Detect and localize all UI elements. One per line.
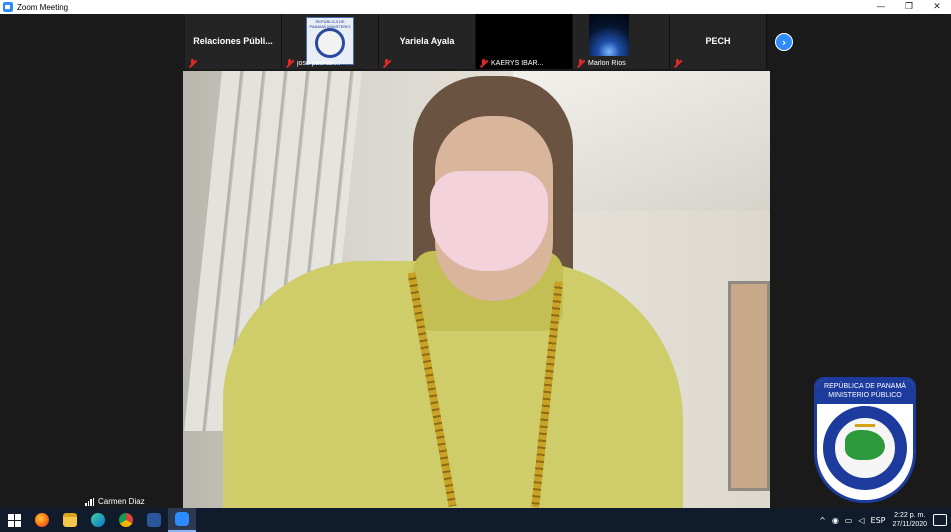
- windows-start-icon: [7, 513, 21, 527]
- participant-tile[interactable]: Yariela Ayala: [379, 14, 476, 69]
- maximize-button[interactable]: ❐: [895, 0, 923, 14]
- participant-tile[interactable]: PECH: [670, 14, 767, 69]
- mic-muted-icon: [479, 59, 488, 68]
- window-controls: — ❐ ✕: [867, 0, 951, 14]
- logo-seal-icon: [315, 28, 345, 58]
- zoom-icon: [175, 512, 189, 526]
- participant-name: PECH: [705, 36, 731, 46]
- participant-tile[interactable]: KAERYS IBAR...: [476, 14, 573, 69]
- clock[interactable]: 2:22 p. m. 27/11/2020: [892, 511, 927, 529]
- zoom-app-icon: [3, 2, 13, 12]
- scales-icon: [855, 424, 875, 427]
- participant-name: Relaciones Públi...: [193, 36, 273, 46]
- taskbar-edge[interactable]: [84, 508, 112, 532]
- participant-name: KAERYS IBAR...: [491, 60, 544, 67]
- participant-name: Marlon Ríos: [588, 60, 626, 67]
- cork-board: [728, 281, 770, 491]
- participant-tile[interactable]: Marlon Ríos: [573, 14, 670, 69]
- notification-center-icon[interactable]: [933, 514, 947, 526]
- file-explorer-icon: [63, 513, 77, 527]
- title-bar: Zoom Meeting — ❐ ✕: [0, 0, 951, 14]
- taskbar-zoom[interactable]: [168, 508, 196, 532]
- participant-tile[interactable]: Relaciones Públi...: [185, 14, 282, 69]
- edge-icon: [91, 513, 105, 527]
- chevron-up-icon[interactable]: ^: [819, 516, 826, 525]
- taskbar-chrome[interactable]: [112, 508, 140, 532]
- window-title: Zoom Meeting: [17, 2, 69, 12]
- active-speaker-video[interactable]: [183, 71, 770, 508]
- close-button[interactable]: ✕: [923, 0, 951, 14]
- next-page-button[interactable]: ›: [775, 33, 793, 51]
- participant-tile[interactable]: REPÚBLICA DE PANAMÁ MINISTERIO PÚBLICO j…: [282, 14, 379, 69]
- location-icon[interactable]: ◉: [832, 516, 839, 525]
- participant-name: jose pachan...: [297, 60, 341, 67]
- taskbar-file-explorer[interactable]: [56, 508, 84, 532]
- word-icon: [147, 513, 161, 527]
- active-speaker-label: Carmen Diaz: [85, 497, 145, 506]
- active-speaker-name: Carmen Diaz: [98, 497, 145, 506]
- mic-muted-icon: [576, 59, 585, 68]
- participant-strip: Relaciones Públi... REPÚBLICA DE PANAMÁ …: [185, 14, 767, 69]
- mic-muted-icon: [673, 59, 682, 68]
- mic-muted-icon: [382, 59, 391, 68]
- taskbar-firefox[interactable]: [28, 508, 56, 532]
- mic-muted-icon: [285, 59, 294, 68]
- chevron-right-icon: ›: [781, 35, 787, 49]
- panama-map-icon: [845, 430, 885, 460]
- start-button[interactable]: [0, 508, 28, 532]
- taskbar-word[interactable]: [140, 508, 168, 532]
- participant-name: Yariela Ayala: [399, 36, 455, 46]
- signal-strength-icon: [85, 497, 95, 506]
- minimize-button[interactable]: —: [867, 0, 895, 14]
- network-icon[interactable]: ▭: [845, 516, 853, 525]
- firefox-icon: [35, 513, 49, 527]
- participant-avatar-space: [589, 14, 629, 56]
- mic-muted-icon: [188, 59, 197, 68]
- input-language[interactable]: ESP: [871, 516, 886, 525]
- speaker-icon[interactable]: ◁: [858, 516, 864, 525]
- chrome-icon: [119, 513, 133, 527]
- face-mask: [430, 171, 548, 271]
- system-tray: ^ ◉ ▭ ◁ ESP 2:22 p. m. 27/11/2020: [816, 508, 951, 532]
- institute-emblem-logo: REPÚBLICA DE PANAMÁ MINISTERIO PÚBLICO: [814, 377, 916, 503]
- windows-taskbar: ^ ◉ ▭ ◁ ESP 2:22 p. m. 27/11/2020: [0, 508, 951, 532]
